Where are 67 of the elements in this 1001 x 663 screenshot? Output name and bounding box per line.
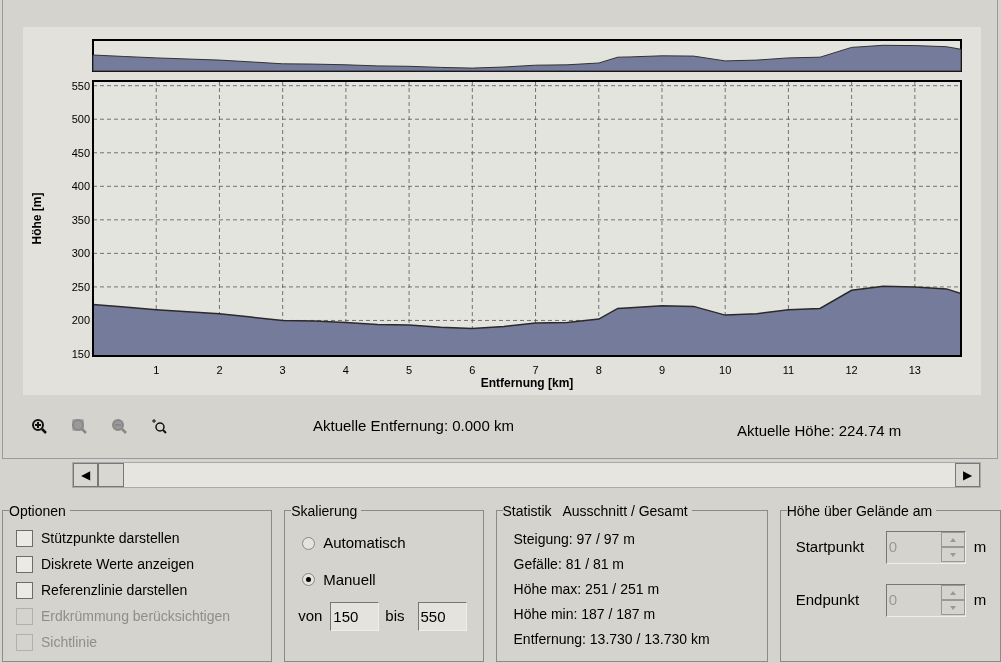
x-tick-label: 3 <box>279 364 286 376</box>
caret-up-icon <box>949 537 956 542</box>
statistic-line: Gefälle: 81 / 81 m <box>513 555 626 574</box>
magnifier-icon <box>71 417 88 435</box>
statistic-line: Höhe max: 251 / 251 m <box>513 580 661 599</box>
x-tick-label: 13 <box>908 364 921 376</box>
magnifier-icon <box>151 417 168 435</box>
y-tick-label: 300 <box>71 247 90 260</box>
statistic-line: Steigung: 97 / 97 m <box>513 530 636 549</box>
y-tick-label: 250 <box>71 280 90 293</box>
y-tick-label: 400 <box>71 180 90 193</box>
radio-label: Manuell <box>323 569 376 590</box>
group-title: Optionen <box>9 502 70 520</box>
current-height-label: Aktuelle Höhe: 224.74 m <box>737 421 902 442</box>
unit-label: m <box>973 590 987 611</box>
zoom-in-button[interactable] <box>31 417 49 436</box>
x-tick-label: 10 <box>719 364 732 376</box>
zoom-out-icon <box>111 417 128 435</box>
option-label: Diskrete Werte anzeigen <box>41 555 195 574</box>
scroll-left-button[interactable]: ◀ <box>73 463 98 487</box>
statistic-line: Höhe min: 187 / 187 m <box>513 605 657 624</box>
unit-label: m <box>973 537 987 558</box>
y-tick-label: 350 <box>71 213 90 226</box>
checkbox[interactable] <box>16 556 33 573</box>
scrollbar-thumb[interactable] <box>98 463 124 487</box>
caret-down-icon <box>949 605 956 610</box>
x-tick-label: 7 <box>532 364 539 376</box>
y-tick-label: 550 <box>71 79 90 92</box>
radio-button[interactable] <box>302 536 316 550</box>
y-tick-label: 200 <box>71 314 90 327</box>
x-tick-label: 12 <box>845 364 858 376</box>
x-tick-label: 8 <box>595 364 602 376</box>
current-distance-label: Aktuelle Entfernung: 0.000 km <box>313 416 515 437</box>
field-label: Endpunkt <box>795 590 861 611</box>
zoom-in-icon <box>31 417 48 435</box>
group-title: Skalierung <box>291 502 362 520</box>
option-label: Referenzlinie darstellen <box>41 581 188 600</box>
x-tick-label: 4 <box>342 364 349 376</box>
x-tick-label: 9 <box>658 364 666 376</box>
radio-label: Automatisch <box>323 533 406 553</box>
statistic-line: Entfernung: 13.730 / 13.730 km <box>513 630 711 649</box>
x-tick-label: 5 <box>406 364 413 376</box>
checkbox[interactable] <box>16 530 33 547</box>
y-tick-label: 150 <box>71 348 90 360</box>
scroll-right-button[interactable]: ▶ <box>955 463 980 487</box>
horizontal-scrollbar[interactable]: ◀ ▶ <box>72 462 981 488</box>
x-tick-label: 11 <box>782 364 795 376</box>
option-label: Stützpunkte darstellen <box>41 529 180 548</box>
x-tick-label: 2 <box>216 364 223 376</box>
field-label: Startpunkt <box>795 537 866 558</box>
y-tick-label: 500 <box>71 113 90 126</box>
x-axis-title: Entfernung [km] <box>480 376 574 390</box>
to-label: bis <box>385 606 405 627</box>
radio-button[interactable] <box>302 573 316 587</box>
caret-up-icon <box>949 590 956 595</box>
caret-down-icon <box>949 552 956 557</box>
x-tick-label: 1 <box>153 364 160 376</box>
y-tick-label: 450 <box>71 146 90 159</box>
from-label: von <box>298 606 323 627</box>
from-input[interactable]: 150 <box>330 602 380 631</box>
option-label: Erdkrümmung berücksichtigen <box>41 607 231 626</box>
zoom-reset-button[interactable] <box>151 417 169 436</box>
to-input[interactable]: 550 <box>417 602 467 631</box>
y-axis-title: Höhe [m] <box>30 192 44 245</box>
checkbox[interactable] <box>16 582 33 599</box>
x-tick-label: 6 <box>469 364 476 376</box>
option-label: Sichtlinie <box>41 633 98 652</box>
